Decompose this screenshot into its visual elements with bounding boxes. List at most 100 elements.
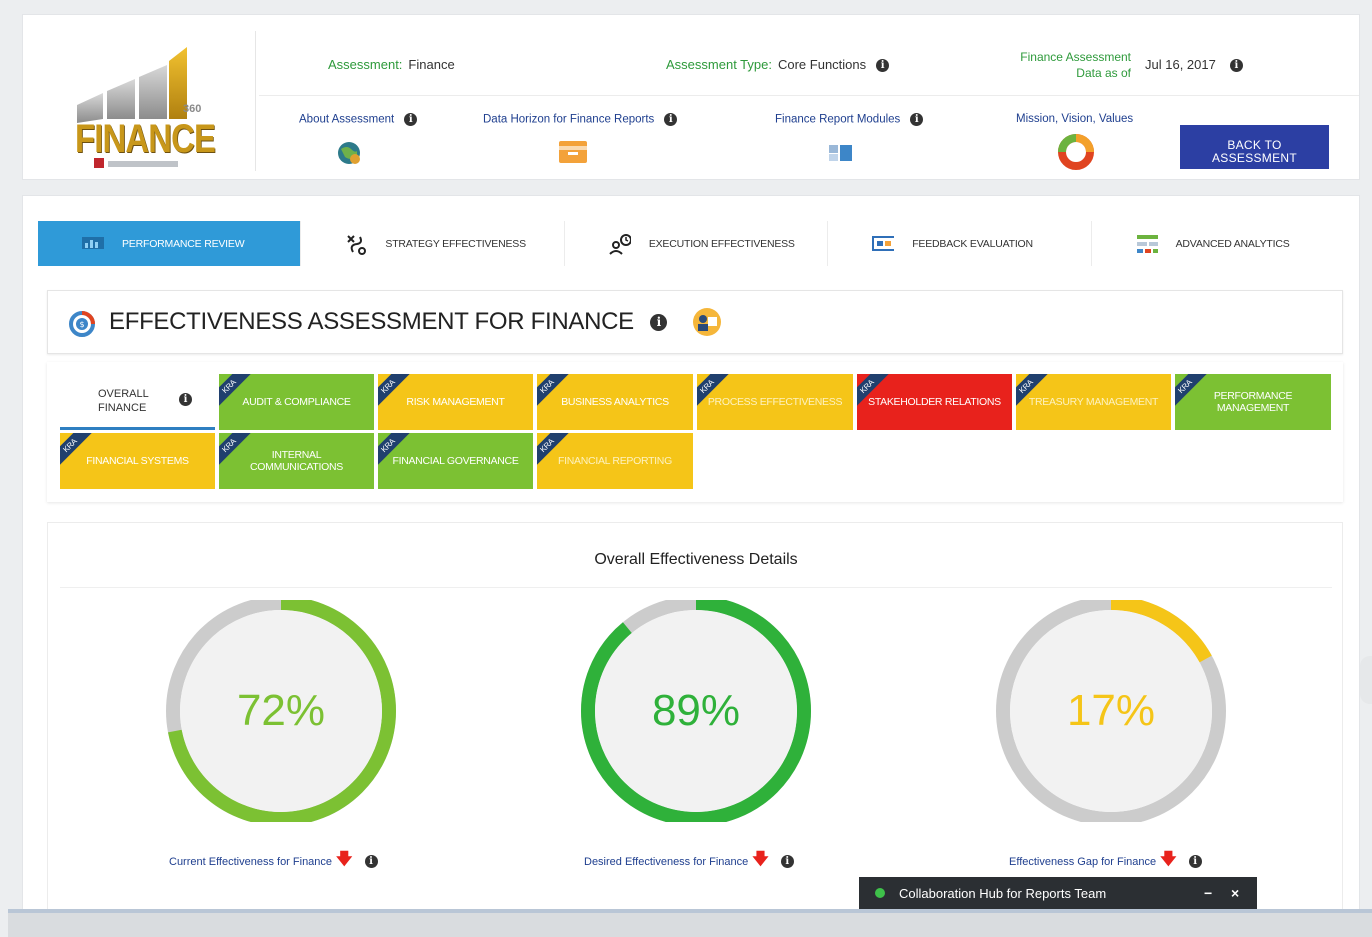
kra-label: FINANCIAL GOVERNANCE (392, 455, 519, 467)
kra-label: FINANCIAL REPORTING (558, 455, 672, 467)
report-modules-label: Finance Report Modules (775, 113, 901, 126)
report-modules-link[interactable]: Finance Report Modules i (775, 113, 924, 126)
desired-effectiveness-gauge: 89% (575, 600, 817, 822)
online-status-dot (875, 888, 885, 898)
section-tabs: PERFORMANCE REVIEW STRATEGY EFFECTIVENES… (38, 221, 1355, 266)
overall-tab-line2: FINANCE (98, 402, 147, 414)
desired-effectiveness-link[interactable]: Desired Effectiveness for Finance 🡇 i (584, 848, 794, 875)
mission-vision-values-link[interactable]: Mission, Vision, Values (1016, 113, 1133, 125)
collab-hub-label: Collaboration Hub for Reports Team (899, 885, 1107, 901)
kra-internal-communications[interactable]: KRA INTERNAL COMMUNICATIONS (219, 433, 374, 489)
logo-publisher-mark (94, 158, 178, 168)
tab-label: EXECUTION EFFECTIVENESS (648, 237, 795, 250)
tab-label: PERFORMANCE REVIEW (122, 237, 245, 250)
details-divider (60, 587, 1332, 588)
tab-label: FEEDBACK EVALUATION (912, 237, 1033, 250)
assessment-type-value: Core Functions (777, 57, 867, 72)
info-icon[interactable]: i (364, 855, 378, 868)
data-as-of-value-field: Jul 16, 2017 i (1145, 57, 1243, 73)
folder-icon[interactable] (557, 137, 589, 165)
kra-label: TREASURY MANAGEMENT (1028, 396, 1159, 408)
info-icon[interactable]: i (404, 113, 418, 126)
side-panel-handle[interactable] (1360, 656, 1372, 704)
kra-label: PROCESS EFFECTIVENESS (707, 396, 843, 408)
assessment-label: Assessment: (328, 57, 403, 72)
tab-performance-review[interactable]: PERFORMANCE REVIEW (38, 221, 302, 266)
assessment-value: Finance (408, 57, 455, 72)
data-horizon-link[interactable]: Data Horizon for Finance Reports i (483, 113, 678, 126)
kra-label: INTERNAL COMMUNICATIONS (249, 449, 344, 473)
target-ring-icon[interactable] (1055, 133, 1097, 171)
kra-process-effectiveness[interactable]: KRA PROCESS EFFECTIVENESS (697, 374, 853, 430)
tab-label: ADVANCED ANALYTICS (1175, 237, 1290, 250)
current-effectiveness-link[interactable]: Current Effectiveness for Finance 🡇 i (169, 848, 378, 875)
about-assessment-label: About Assessment (299, 113, 395, 126)
analytics-grid-icon (1136, 234, 1158, 254)
info-icon[interactable]: i (1188, 855, 1202, 868)
assessment-type-field: Assessment Type: Core Functions i (666, 57, 890, 73)
data-as-of-date: Jul 16, 2017 (1145, 57, 1216, 72)
info-icon[interactable]: i (179, 393, 192, 406)
info-icon[interactable]: i (876, 59, 890, 73)
info-icon[interactable]: i (1229, 59, 1243, 73)
down-arrow-icon: 🡇 (336, 851, 353, 868)
tab-feedback-evaluation[interactable]: FEEDBACK EVALUATION (828, 221, 1092, 266)
tab-advanced-analytics[interactable]: ADVANCED ANALYTICS (1091, 221, 1355, 266)
finance-360-logo: FINANCE 360 (33, 43, 253, 173)
effectiveness-gap-link[interactable]: Effectiveness Gap for Finance 🡇 i (1009, 848, 1202, 875)
page-title: EFFECTIVENESS ASSESSMENT FOR FINANCE i (109, 308, 668, 336)
info-icon[interactable]: i (780, 855, 794, 868)
effectiveness-gap-gauge: 17% (990, 600, 1232, 822)
tab-label: STRATEGY EFFECTIVENESS (385, 237, 526, 250)
back-button-line2: ASSESSMENT (1211, 150, 1298, 165)
team-avatar-icon[interactable] (691, 307, 723, 337)
gauge-label: Effectiveness Gap for Finance (1009, 855, 1157, 868)
logo-360-badge: 360 (183, 103, 202, 115)
overall-finance-tab[interactable]: OVERALL FINANCE i (60, 374, 215, 430)
kra-audit-compliance[interactable]: KRA AUDIT & COMPLIANCE (219, 374, 374, 430)
feedback-screen-icon (872, 234, 895, 254)
logo-wordmark: FINANCE (75, 117, 216, 161)
kra-label: BUSINESS ANALYTICS (561, 396, 669, 408)
svg-text:$: $ (79, 320, 84, 329)
assessment-name-field: Assessment: Finance (328, 57, 455, 72)
data-as-of-label-line2: Data as of (1076, 66, 1131, 80)
info-icon[interactable]: i (910, 113, 924, 126)
globe-icon[interactable] (335, 139, 365, 167)
tab-execution-effectiveness[interactable]: EXECUTION EFFECTIVENESS (564, 221, 829, 266)
data-as-of-label: Finance Assessment Data as of (1017, 49, 1131, 81)
assessment-header: FINANCE 360 Assessment: Finance Assessmen… (22, 14, 1360, 180)
collaboration-hub-bar[interactable]: Collaboration Hub for Reports Team − × (859, 877, 1257, 909)
kra-label: STAKEHOLDER RELATIONS (868, 396, 1001, 408)
kra-financial-systems[interactable]: KRA FINANCIAL SYSTEMS (60, 433, 215, 489)
close-icon[interactable]: × (1231, 885, 1239, 901)
header-row-divider (259, 95, 1359, 96)
header-divider (255, 31, 256, 171)
kra-financial-reporting[interactable]: KRA FINANCIAL REPORTING (537, 433, 693, 489)
mission-vision-values-label: Mission, Vision, Values (1016, 113, 1134, 125)
strategy-path-icon (345, 234, 367, 255)
overall-tab-line1: OVERALL (98, 388, 149, 400)
back-to-assessment-button[interactable]: BACK TO ASSESSMENT (1180, 125, 1329, 169)
monitor-chart-icon (82, 234, 104, 254)
minimize-icon[interactable]: − (1204, 885, 1212, 901)
info-icon[interactable]: i (650, 314, 668, 332)
kra-treasury-management[interactable]: KRA TREASURY MANAGEMENT (1016, 374, 1171, 430)
modules-icon[interactable] (827, 143, 857, 163)
about-assessment-link[interactable]: About Assessment i (299, 113, 418, 126)
gauge-label: Current Effectiveness for Finance (169, 855, 333, 868)
kra-label: PERFORMANCE MANAGEMENT (1213, 390, 1293, 414)
finance-cycle-icon: $ (69, 311, 95, 337)
tab-strategy-effectiveness[interactable]: STRATEGY EFFECTIVENESS (301, 221, 565, 266)
info-icon[interactable]: i (664, 113, 678, 126)
kra-stakeholder-relations[interactable]: KRA STAKEHOLDER RELATIONS (857, 374, 1012, 430)
kra-performance-management[interactable]: KRA PERFORMANCE MANAGEMENT (1175, 374, 1331, 430)
kra-risk-management[interactable]: KRA RISK MANAGEMENT (378, 374, 533, 430)
current-effectiveness-gauge: 72% (160, 600, 402, 822)
down-arrow-icon: 🡇 (752, 851, 769, 868)
kra-financial-governance[interactable]: KRA FINANCIAL GOVERNANCE (378, 433, 533, 489)
assessment-title-card: $ EFFECTIVENESS ASSESSMENT FOR FINANCE i (47, 290, 1343, 354)
kra-business-analytics[interactable]: KRA BUSINESS ANALYTICS (537, 374, 693, 430)
data-horizon-label: Data Horizon for Finance Reports (483, 113, 655, 126)
horizontal-scrollbar[interactable] (8, 909, 1372, 937)
